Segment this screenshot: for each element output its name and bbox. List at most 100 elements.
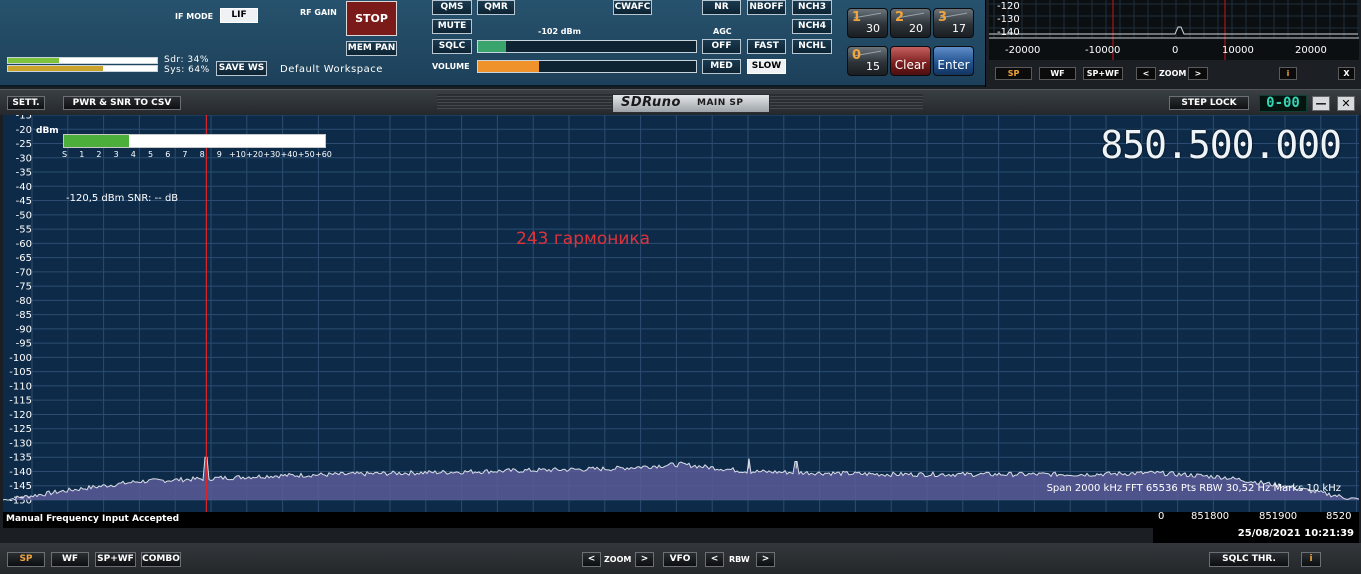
control-panel: IF MODE LIF RF GAIN STOP MEM PAN Sdr: 34…	[0, 0, 985, 87]
memory-key-value: 20	[909, 22, 923, 35]
y-tick-label: -35	[16, 168, 32, 179]
sdruno-window: IF MODE LIF RF GAIN STOP MEM PAN Sdr: 34…	[0, 0, 1361, 574]
nboff-button[interactable]: NBOFF	[747, 0, 786, 15]
aux-close-button[interactable]: X	[1338, 67, 1355, 80]
aux-spwf-button[interactable]: SP+WF	[1083, 67, 1123, 80]
nch4-button[interactable]: NCH4	[792, 19, 832, 34]
enter-button[interactable]: Enter	[933, 46, 974, 76]
date-time: 25/08/2021 10:21:39	[1153, 524, 1359, 543]
y-tick-label: -130	[9, 438, 32, 449]
export-csv-button[interactable]: PWR & SNR TO CSV	[63, 96, 181, 110]
aux-zoom-next-button[interactable]: >	[1188, 67, 1208, 80]
aux-x-label: 20000	[1295, 45, 1327, 56]
y-tick-label: -120	[9, 410, 32, 421]
clear-button[interactable]: Clear	[890, 46, 931, 76]
memory-key-digit: 1	[852, 10, 862, 25]
y-tick-label: -140	[9, 467, 32, 478]
auxiliary-spectrum-plot[interactable]: -120 -130 -140 -20000 -10000 0 10000 200…	[989, 0, 1359, 60]
s-meter-tick: +50	[297, 150, 315, 159]
memory-key-3[interactable]: 3 17	[933, 8, 974, 38]
agc-off-button[interactable]: OFF	[702, 39, 741, 54]
nch3-button[interactable]: NCH3	[792, 0, 832, 15]
memory-key-2[interactable]: 2 20	[890, 8, 931, 38]
aux-wf-button[interactable]: WF	[1039, 67, 1076, 80]
sqlc-button[interactable]: SQLC	[432, 39, 472, 54]
s-meter-tick: 8	[199, 150, 205, 159]
stop-button[interactable]: STOP	[346, 1, 397, 36]
aux-info-button[interactable]: i	[1279, 67, 1297, 80]
settings-button[interactable]: SETT.	[7, 96, 45, 110]
aux-zoom-prev-button[interactable]: <	[1136, 67, 1156, 80]
memory-key-digit: 0	[852, 48, 862, 63]
y-tick-label: -15	[16, 115, 32, 122]
save-workspace-button[interactable]: SAVE WS	[216, 61, 267, 76]
y-tick-label: -30	[16, 153, 32, 164]
dbm-unit-label: dBm	[36, 126, 59, 136]
vfo-button[interactable]: VFO	[663, 552, 697, 567]
memory-key-value: 17	[952, 22, 966, 35]
cwafc-button[interactable]: CWAFC	[613, 0, 652, 15]
memory-key-1[interactable]: 1 30	[847, 8, 888, 38]
aux-sp-button[interactable]: SP	[995, 67, 1032, 80]
aux-x-label: -10000	[1085, 45, 1120, 56]
y-tick-label: -45	[16, 196, 32, 207]
step-lock-button[interactable]: STEP LOCK	[1169, 96, 1249, 110]
s-meter-tick: 5	[148, 150, 154, 159]
s-meter	[63, 134, 326, 148]
y-tick-label: -125	[9, 424, 32, 435]
sp-wf-button[interactable]: SP+WF	[95, 552, 136, 567]
y-tick-label: -110	[9, 381, 32, 392]
zoom-prev-button[interactable]: <	[582, 552, 601, 567]
aux-x-label: 0	[1172, 45, 1178, 56]
spectrum-plot[interactable]: -15 -20 -25 -30 -35 -40 -45 -50 -55 -60 -65 -70 -75 -…	[3, 115, 1359, 512]
agc-fast-button[interactable]: FAST	[747, 39, 786, 54]
sdruno-logo: SDRuno	[621, 95, 681, 110]
y-tick-label: -20	[16, 125, 32, 136]
s-meter-tick: 3	[113, 150, 119, 159]
s-meter-tick: +30	[263, 150, 281, 159]
agc-med-button[interactable]: MED	[702, 59, 741, 74]
s-meter-tick: +20	[246, 150, 264, 159]
harmonic-annotation: 243 гармоника	[516, 229, 651, 249]
frequency-display[interactable]: 850.500.000	[1100, 123, 1342, 167]
agc-slow-button[interactable]: SLOW	[747, 59, 786, 74]
s-meter-tick: 9	[216, 150, 222, 159]
rbw-prev-button[interactable]: <	[705, 552, 724, 567]
sp-button[interactable]: SP	[7, 552, 45, 567]
sqlc-slider-fill	[478, 41, 507, 52]
close-button[interactable]: ✕	[1337, 96, 1355, 111]
main-spectrum[interactable]: -15 -20 -25 -30 -35 -40 -45 -50 -55 -60 -65 -70 -75 -…	[3, 115, 1359, 512]
enter-button-label: Enter	[937, 58, 970, 72]
qmr-button[interactable]: QMR	[477, 0, 515, 15]
wf-button[interactable]: WF	[51, 552, 89, 567]
rbw-next-button[interactable]: >	[756, 552, 775, 567]
nchl-button[interactable]: NCHL	[792, 39, 832, 54]
if-mode-button[interactable]: LIF	[220, 8, 258, 23]
aux-x-label: 10000	[1222, 45, 1254, 56]
x-axis-strip: 0 851800 851900 8520	[1153, 511, 1359, 524]
mem-pan-button[interactable]: MEM PAN	[346, 41, 397, 56]
span-info: Span 2000 kHz FFT 65536 Pts RBW 30,52 Hz…	[1046, 483, 1341, 494]
s-meter-scale: S 1 2 3 4 5 6 7 8 9 +10 +20 +30 +40 +50 +60	[62, 150, 333, 160]
sqlc-threshold-button[interactable]: SQLC THR.	[1209, 552, 1289, 567]
minimize-button[interactable]: —	[1312, 96, 1330, 111]
sqlc-slider[interactable]	[477, 40, 697, 53]
zoom-next-button[interactable]: >	[635, 552, 654, 567]
nr-button[interactable]: NR	[702, 0, 741, 15]
y-tick-label: -95	[16, 339, 32, 350]
info-button[interactable]: i	[1301, 552, 1321, 567]
status-message: Manual Frequency Input Accepted	[6, 514, 180, 524]
mute-button[interactable]: MUTE	[432, 19, 472, 34]
combo-button[interactable]: COMBO	[141, 552, 181, 567]
workspace-name: Default Workspace	[280, 64, 383, 75]
volume-slider[interactable]	[477, 60, 697, 73]
aux-y-label: -140	[997, 27, 1020, 38]
qms-button[interactable]: QMS	[432, 0, 472, 15]
memory-key-0[interactable]: 0 15	[847, 46, 888, 76]
s-meter-tick: +40	[280, 150, 298, 159]
y-tick-label: -115	[9, 396, 32, 407]
window-title: MAIN SP	[697, 98, 744, 108]
s-meter-tick: 4	[130, 150, 136, 159]
s-meter-tick: 1	[79, 150, 85, 159]
sqlc-level-text: -102 dBm	[538, 27, 581, 36]
